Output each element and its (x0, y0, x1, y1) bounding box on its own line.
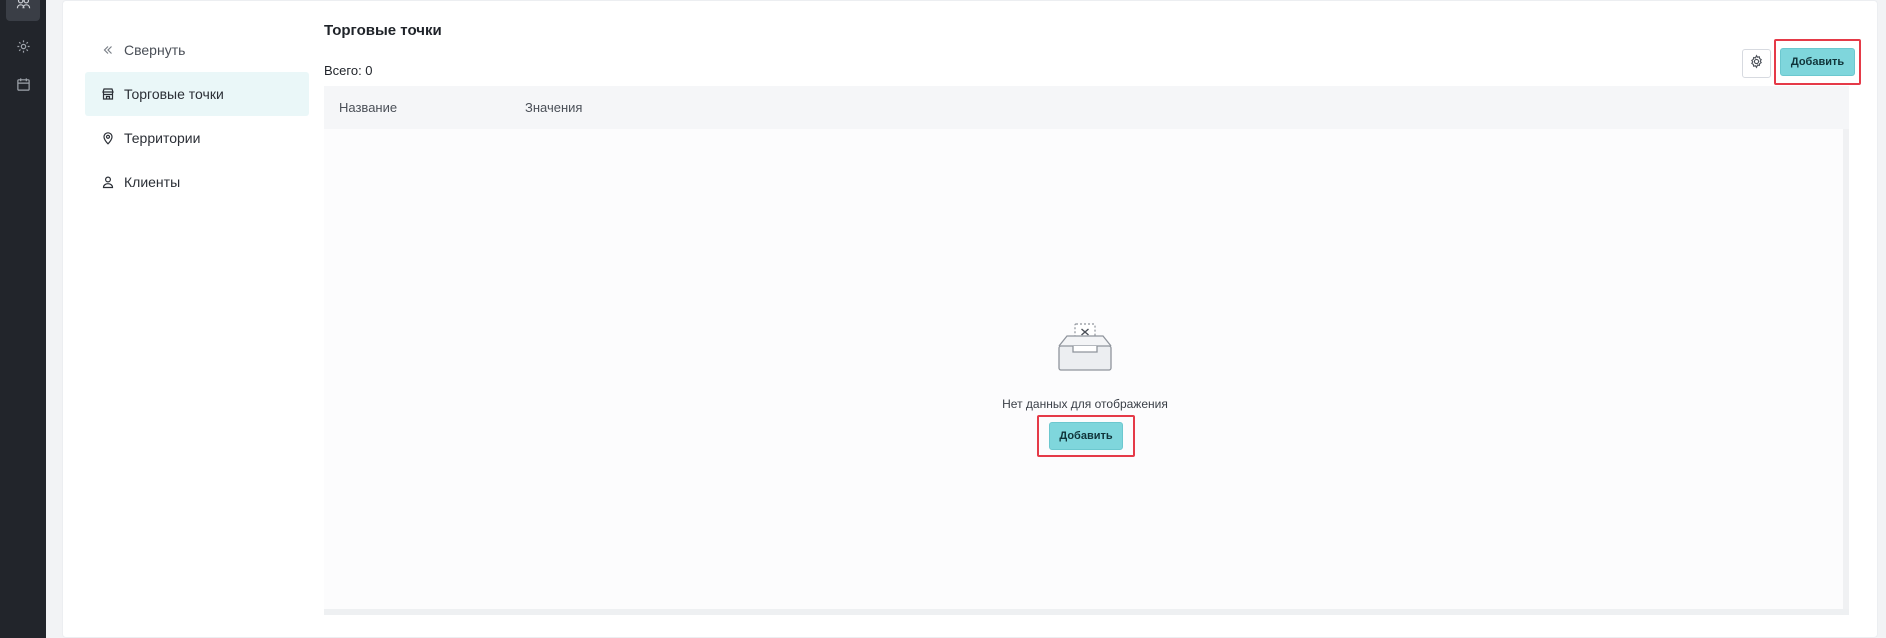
users-icon (16, 0, 31, 16)
rail-item-users[interactable] (6, 0, 40, 21)
sidebar-item-label: Торговые точки (124, 86, 224, 102)
table-bottom-bar (324, 609, 1849, 615)
app-rail (0, 0, 46, 638)
column-header-values[interactable]: Значения (525, 100, 582, 115)
calendar-icon (16, 77, 31, 97)
sidebar-item-label: Территории (124, 130, 201, 146)
table-settings-button[interactable] (1742, 49, 1771, 78)
table-scrollbar[interactable] (1843, 129, 1849, 615)
table-header: Название Значения (324, 86, 1849, 129)
empty-state: Нет данных для отображения (985, 322, 1185, 411)
empty-state-add-button[interactable]: Добавить (1049, 422, 1123, 450)
rail-item-settings[interactable] (6, 34, 40, 64)
sidebar-item-trade-points[interactable]: Торговые точки (85, 72, 309, 116)
collapse-sidebar-button[interactable]: Свернуть (85, 28, 309, 72)
column-header-name[interactable]: Название (339, 100, 397, 115)
empty-box-icon (1053, 322, 1117, 379)
collapse-label: Свернуть (124, 42, 186, 58)
total-count: Всего: 0 (324, 63, 373, 78)
store-icon (101, 87, 115, 101)
page-title: Торговые точки (324, 22, 442, 39)
user-icon (101, 175, 115, 189)
gear-icon (1749, 54, 1764, 74)
empty-state-message: Нет данных для отображения (1002, 397, 1168, 411)
add-button-highlight: Добавить (1774, 39, 1861, 85)
gear-icon (16, 39, 31, 59)
sidebar-item-clients[interactable]: Клиенты (85, 160, 309, 204)
chevrons-left-icon (101, 43, 115, 57)
empty-add-button-highlight: Добавить (1037, 415, 1135, 457)
section-sidebar: Свернуть Торговые точки Территории Клиен… (85, 28, 309, 204)
sidebar-item-territories[interactable]: Территории (85, 116, 309, 160)
add-button[interactable]: Добавить (1780, 48, 1855, 76)
location-pin-icon (101, 131, 115, 145)
rail-item-calendar[interactable] (6, 72, 40, 102)
sidebar-item-label: Клиенты (124, 174, 181, 190)
